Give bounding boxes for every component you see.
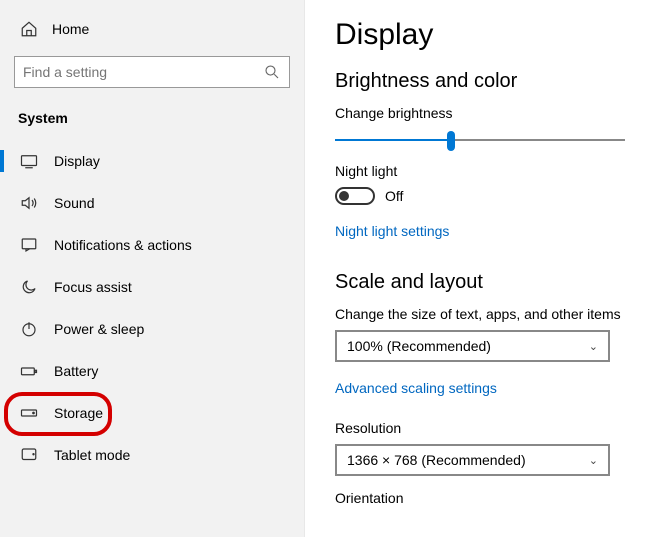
brightness-slider[interactable] <box>335 129 625 151</box>
resolution-label: Resolution <box>335 420 653 436</box>
advanced-scaling-link[interactable]: Advanced scaling settings <box>335 380 497 396</box>
sidebar-item-label: Display <box>54 153 100 169</box>
chevron-down-icon: ⌄ <box>589 340 598 353</box>
sidebar-item-label: Focus assist <box>54 279 132 295</box>
sidebar-item-label: Tablet mode <box>54 447 130 463</box>
section-scale: Scale and layout <box>335 271 653 294</box>
section-title: System <box>0 100 304 140</box>
night-light-state: Off <box>385 188 403 204</box>
sidebar-item-label: Sound <box>54 195 94 211</box>
sidebar-item-notifications[interactable]: Notifications & actions <box>0 224 304 266</box>
night-light-label: Night light <box>335 163 653 179</box>
scale-value: 100% (Recommended) <box>347 338 491 354</box>
home-icon <box>20 20 38 38</box>
sidebar: Home System Display Sound Notifications … <box>0 0 305 537</box>
sidebar-item-power[interactable]: Power & sleep <box>0 308 304 350</box>
night-light-settings-link[interactable]: Night light settings <box>335 223 449 239</box>
sidebar-item-focus-assist[interactable]: Focus assist <box>0 266 304 308</box>
sidebar-item-label: Battery <box>54 363 98 379</box>
battery-icon <box>20 362 38 380</box>
sidebar-item-battery[interactable]: Battery <box>0 350 304 392</box>
scale-label: Change the size of text, apps, and other… <box>335 306 653 322</box>
search-box[interactable] <box>14 56 290 88</box>
page-title: Display <box>335 18 653 52</box>
night-light-toggle[interactable] <box>335 187 375 205</box>
resolution-dropdown[interactable]: 1366 × 768 (Recommended) ⌄ <box>335 444 610 476</box>
display-icon <box>20 152 38 170</box>
notifications-icon <box>20 236 38 254</box>
sound-icon <box>20 194 38 212</box>
moon-icon <box>20 278 38 296</box>
scale-dropdown[interactable]: 100% (Recommended) ⌄ <box>335 330 610 362</box>
sidebar-item-label: Notifications & actions <box>54 237 192 253</box>
tablet-icon <box>20 446 38 464</box>
sidebar-item-display[interactable]: Display <box>0 140 304 182</box>
orientation-label: Orientation <box>335 490 653 506</box>
sidebar-item-label: Power & sleep <box>54 321 144 337</box>
slider-thumb[interactable] <box>447 131 455 151</box>
search-icon <box>263 63 281 81</box>
sidebar-home[interactable]: Home <box>0 12 304 46</box>
storage-icon <box>20 404 38 422</box>
sidebar-item-sound[interactable]: Sound <box>0 182 304 224</box>
power-icon <box>20 320 38 338</box>
brightness-label: Change brightness <box>335 105 653 121</box>
chevron-down-icon: ⌄ <box>589 454 598 467</box>
toggle-knob <box>339 191 349 201</box>
sidebar-item-label: Storage <box>54 405 103 421</box>
sidebar-item-storage[interactable]: Storage <box>0 392 304 434</box>
search-input[interactable] <box>23 64 263 80</box>
sidebar-item-tablet-mode[interactable]: Tablet mode <box>0 434 304 476</box>
home-label: Home <box>52 21 89 37</box>
search-wrap <box>0 46 304 100</box>
section-brightness: Brightness and color <box>335 70 653 93</box>
main-panel: Display Brightness and color Change brig… <box>305 0 665 537</box>
slider-fill <box>335 139 451 141</box>
resolution-value: 1366 × 768 (Recommended) <box>347 452 526 468</box>
